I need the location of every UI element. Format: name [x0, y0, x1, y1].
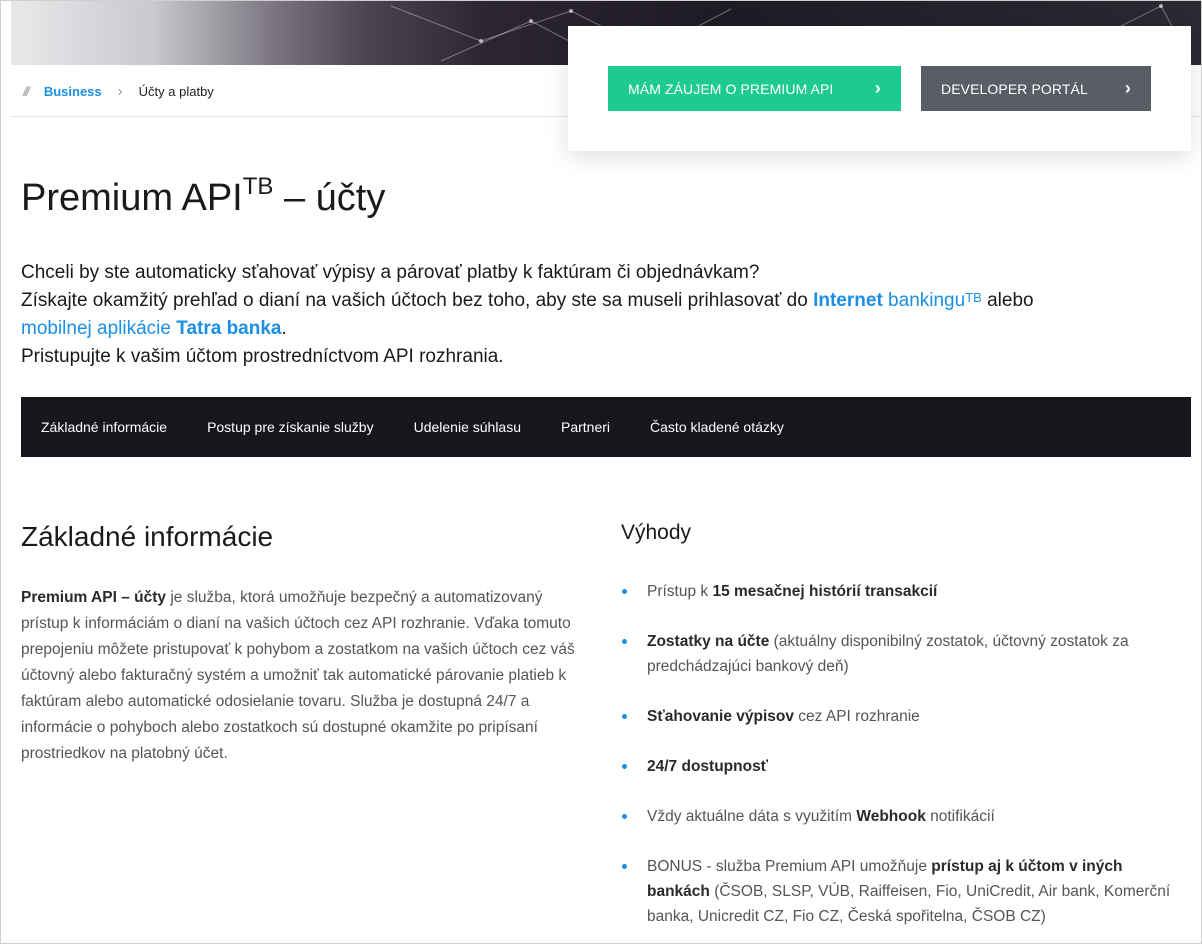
list-item-text: (ČSOB, SLSP, VÚB, Raiffeisen, Fio, UniCr…	[647, 883, 1171, 925]
title-main: Premium API	[21, 177, 243, 219]
basic-info-description-bold: Premium API – účty	[21, 589, 167, 606]
chevron-right-icon: ›	[1124, 78, 1131, 98]
breadcrumb: /// Business › Účty a platby	[11, 65, 571, 117]
basic-info-description-text: je služba, ktorá umožňuje bezpečný a aut…	[21, 589, 575, 762]
tab-basic-info[interactable]: Základné informácie	[41, 419, 167, 435]
intro-line-4: Pristupujte k vašim účtom prostredníctvo…	[21, 346, 504, 367]
tab-partners[interactable]: Partneri	[561, 419, 610, 435]
bullet-icon	[622, 864, 627, 869]
page-frame: /// Business › Účty a platby MÁM ZÁUJEM …	[0, 0, 1202, 944]
breadcrumb-current: Účty a platby	[138, 83, 214, 99]
list-item-bold: 24/7 dostupnosť	[647, 758, 769, 775]
intro-line-1: Chceli by ste automaticky sťahovať výpis…	[21, 262, 760, 283]
intro-line-2-end: alebo	[981, 290, 1034, 311]
bullet-icon	[622, 589, 627, 594]
breadcrumb-chevron-icon: ›	[117, 82, 123, 100]
developer-portal-button[interactable]: DEVELOPER PORTÁL ›	[921, 66, 1151, 111]
tab-consent[interactable]: Udelenie súhlasu	[414, 419, 521, 435]
list-item-text: notifikácií	[925, 808, 995, 825]
bullet-icon	[622, 764, 627, 769]
advantages-heading: Výhody	[621, 521, 692, 544]
list-item-bold: 15 mesačnej histórií transakcií	[712, 583, 938, 600]
list-item-bold: Sťahovanie výpisov	[647, 708, 794, 725]
intro-line-2: Získajte okamžitý prehľad o dianí na vaš…	[21, 287, 1181, 315]
premium-api-interest-label: MÁM ZÁUJEM O PREMIUM API	[628, 80, 834, 97]
title-trademark: TB	[242, 173, 274, 200]
breadcrumb-link-business[interactable]: Business	[44, 84, 102, 99]
internet-banking-link-bold: Internet	[813, 290, 883, 311]
cta-card: MÁM ZÁUJEM O PREMIUM API › DEVELOPER POR…	[568, 26, 1191, 151]
list-item-text: BONUS - služba Premium API umožňuje	[647, 858, 932, 875]
list-item-text: Vždy aktuálne dáta s využitím	[647, 808, 857, 825]
mobile-app-link-text: mobilnej aplikácie	[21, 318, 177, 339]
intro-line-3-end: .	[281, 318, 287, 339]
internet-banking-link[interactable]: Internet bankinguTB	[813, 290, 982, 311]
advantages-list: Prístup k 15 mesačnej histórií transakci…	[621, 579, 1181, 943]
intro-text: Chceli by ste automaticky sťahovať výpis…	[21, 259, 1181, 371]
mobile-app-link-bold: Tatra banka	[176, 318, 282, 339]
list-item-bold: Webhook	[856, 808, 926, 825]
tab-procedure[interactable]: Postup pre získanie služby	[207, 419, 374, 435]
list-item: Sťahovanie výpisov cez API rozhranie	[621, 704, 1181, 729]
list-item: BONUS - služba Premium API umožňuje prís…	[621, 854, 1181, 929]
basic-info-description: Premium API – účty je služba, ktorá umož…	[21, 585, 586, 767]
internet-banking-link-sup: TB	[965, 290, 982, 305]
tab-faq[interactable]: Často kladené otázky	[650, 419, 784, 435]
bullet-icon	[622, 714, 627, 719]
mobile-app-link[interactable]: mobilnej aplikácie Tatra banka	[21, 318, 282, 339]
premium-api-interest-button[interactable]: MÁM ZÁUJEM O PREMIUM API ›	[608, 66, 901, 111]
basic-info-heading: Základné informácie	[21, 521, 274, 552]
list-item: Prístup k 15 mesačnej histórií transakci…	[621, 579, 1181, 604]
title-rest: – účty	[273, 177, 386, 219]
breadcrumb-home-icon[interactable]: ///	[23, 84, 30, 99]
list-item: Vždy aktuálne dáta s využitím Webhook no…	[621, 804, 1181, 829]
intro-line-3: mobilnej aplikácie Tatra banka.	[21, 315, 1181, 343]
section-tabs: Základné informácie Postup pre získanie …	[21, 397, 1191, 457]
page-title: Premium APITB – účty	[21, 173, 386, 220]
chevron-right-icon: ›	[874, 78, 881, 98]
list-item-bold: Zostatky na účte	[647, 633, 770, 650]
list-item-text: cez API rozhranie	[794, 708, 920, 725]
internet-banking-link-text: bankingu	[882, 290, 966, 311]
developer-portal-label: DEVELOPER PORTÁL	[941, 80, 1088, 97]
intro-line-2-text: Získajte okamžitý prehľad o dianí na vaš…	[21, 290, 814, 311]
list-item: 24/7 dostupnosť	[621, 754, 1181, 779]
list-item-text: Prístup k	[647, 583, 713, 600]
bullet-icon	[622, 814, 627, 819]
list-item: Zostatky na účte (aktuálny disponibilný …	[621, 629, 1181, 679]
bullet-icon	[622, 639, 627, 644]
